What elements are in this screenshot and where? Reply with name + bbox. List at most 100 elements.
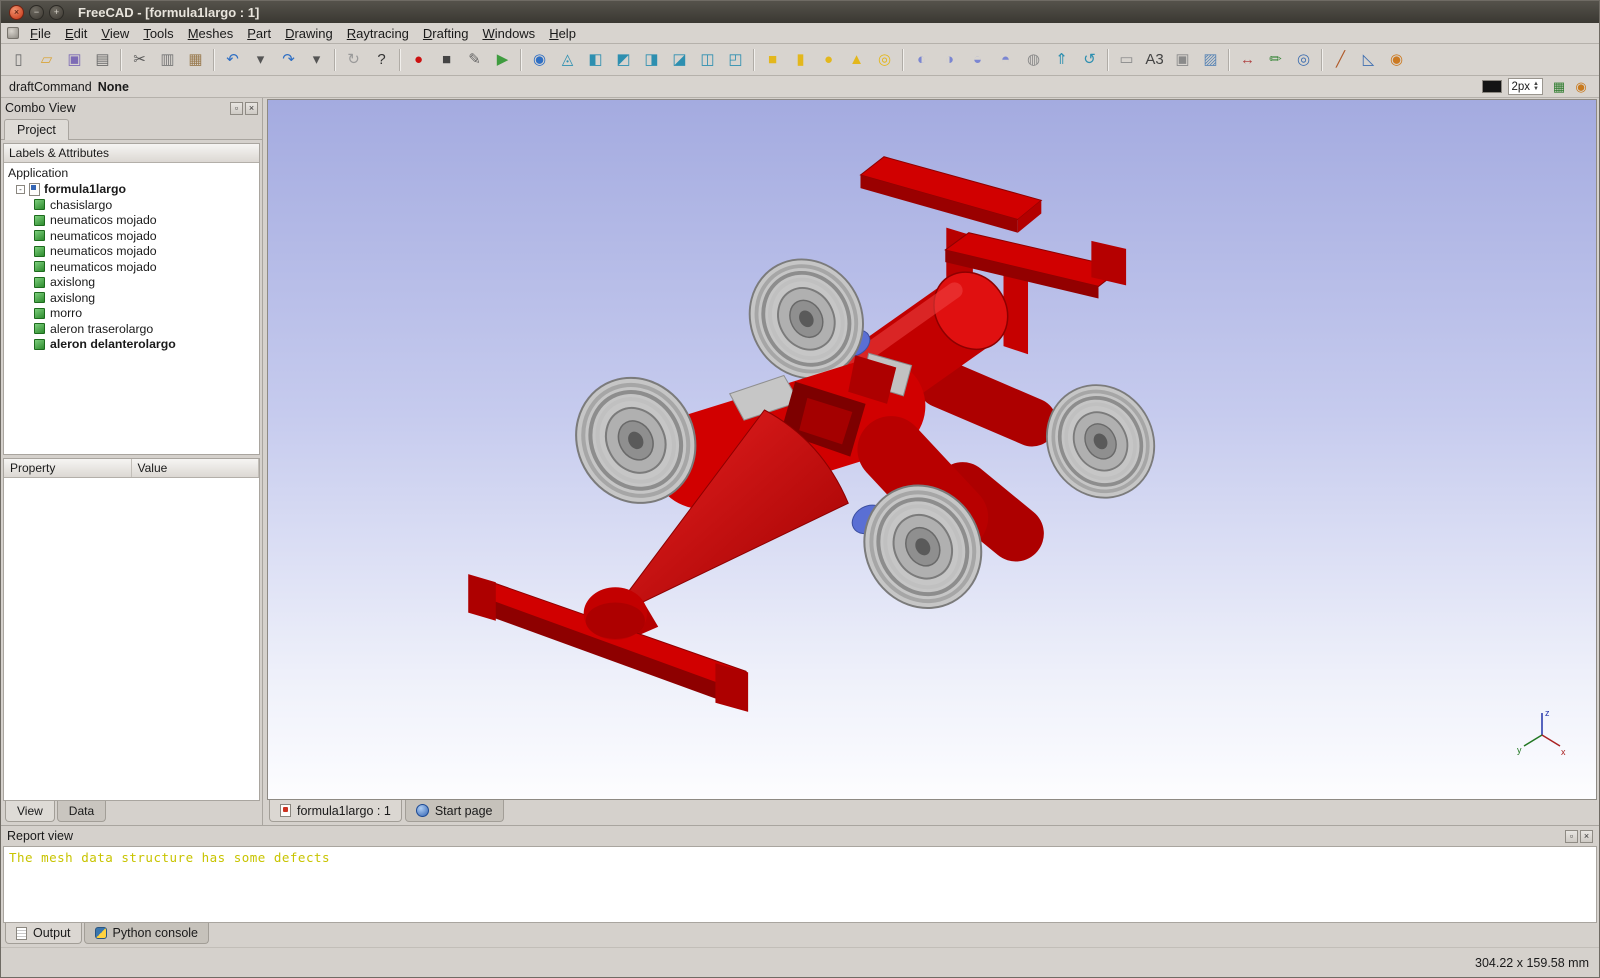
draft-wire-icon[interactable]: ◺ — [1355, 47, 1382, 73]
apply-style-icon[interactable]: ◉ — [1571, 77, 1591, 97]
report-view-tab[interactable]: Python console — [84, 923, 209, 944]
menu-item[interactable]: Edit — [58, 24, 94, 43]
property-view-tab[interactable]: View — [5, 801, 55, 822]
part-cone-icon[interactable]: ▲ — [843, 47, 870, 73]
draft-snap-icon[interactable]: ◎ — [1290, 47, 1317, 73]
save-document-icon[interactable]: ▣ — [61, 47, 88, 73]
menu-item[interactable]: Tools — [136, 24, 180, 43]
drawing-sheet-icon[interactable]: ▭ — [1113, 47, 1140, 73]
menu-item[interactable]: Help — [542, 24, 583, 43]
rear-bodywork — [942, 384, 1032, 422]
axis-x-label: x — [1561, 747, 1566, 757]
menu-item[interactable]: Drawing — [278, 24, 340, 43]
view-axonometric-icon[interactable]: ◬ — [554, 47, 581, 73]
boolean-union-icon[interactable]: ◐ — [908, 47, 935, 73]
mesh-icon — [34, 215, 45, 226]
line-width-value: 2px — [1512, 81, 1531, 93]
report-view-tab[interactable]: Output — [5, 923, 82, 944]
window-maximize-button[interactable]: + — [49, 5, 64, 20]
property-view-tab[interactable]: Data — [57, 801, 106, 822]
redo-icon[interactable]: ↷ — [275, 47, 302, 73]
view-rear-icon[interactable]: ◪ — [666, 47, 693, 73]
menu-item[interactable]: Windows — [475, 24, 542, 43]
window-close-button[interactable]: × — [9, 5, 24, 20]
view-bottom-icon[interactable]: ◫ — [694, 47, 721, 73]
part-revolve-icon[interactable]: ↺ — [1076, 47, 1103, 73]
3d-viewport[interactable]: z y x — [267, 99, 1597, 800]
tree-item[interactable]: morro — [4, 306, 259, 322]
draft-circle-icon[interactable]: ◉ — [1383, 47, 1410, 73]
line-width-select[interactable]: 2px ▲▼ — [1508, 78, 1544, 95]
draft-line-icon[interactable]: ╱ — [1327, 47, 1354, 73]
tree-item[interactable]: aleron delanterolargo — [4, 337, 259, 353]
part-extrude-icon[interactable]: ⇑ — [1048, 47, 1075, 73]
view-front-icon[interactable]: ◧ — [582, 47, 609, 73]
whats-this-icon[interactable]: ? — [368, 47, 395, 73]
new-document-icon[interactable]: ▯ — [5, 47, 32, 73]
cut-icon[interactable]: ✂ — [126, 47, 153, 73]
part-box-icon[interactable]: ■ — [759, 47, 786, 73]
part-compound-icon[interactable]: ◍ — [1020, 47, 1047, 73]
macro-record-icon[interactable]: ● — [405, 47, 432, 73]
tree-item[interactable]: neumaticos mojado — [4, 244, 259, 260]
open-document-icon[interactable]: ▱ — [33, 47, 60, 73]
drawing-view-icon[interactable]: ▣ — [1169, 47, 1196, 73]
tree-item[interactable]: neumaticos mojado — [4, 213, 259, 229]
draft-dimension-icon[interactable]: ↔ — [1234, 47, 1261, 73]
report-output[interactable]: The mesh data structure has some defects — [3, 846, 1597, 923]
boolean-common-icon[interactable]: ◒ — [964, 47, 991, 73]
redo-dropdown-icon[interactable]: ▾ — [303, 47, 330, 73]
undo-icon[interactable]: ↶ — [219, 47, 246, 73]
part-torus-icon[interactable]: ◎ — [871, 47, 898, 73]
menu-item[interactable]: Meshes — [181, 24, 241, 43]
macro-edit-icon[interactable]: ✎ — [461, 47, 488, 73]
refresh-icon[interactable]: ↻ — [340, 47, 367, 73]
document-tab[interactable]: Start page — [405, 800, 504, 822]
toolbar-separator — [334, 49, 336, 71]
tab-project[interactable]: Project — [4, 119, 69, 140]
tree-root-application[interactable]: Application — [4, 165, 259, 181]
spinner-arrows-icon[interactable]: ▲▼ — [1533, 82, 1539, 92]
tree-item[interactable]: neumaticos mojado — [4, 259, 259, 275]
document-tab[interactable]: formula1largo : 1 — [269, 800, 402, 822]
menu-item[interactable]: File — [23, 24, 58, 43]
menu-item[interactable]: Raytracing — [340, 24, 416, 43]
print-icon[interactable]: ▤ — [89, 47, 116, 73]
macro-stop-icon[interactable]: ■ — [433, 47, 460, 73]
view-right-icon[interactable]: ◨ — [638, 47, 665, 73]
view-fit-all-icon[interactable]: ◉ — [526, 47, 553, 73]
menu-item[interactable]: Drafting — [416, 24, 476, 43]
undock-panel-icon[interactable]: ▫ — [1565, 830, 1578, 843]
close-panel-icon[interactable]: × — [1580, 830, 1593, 843]
undo-dropdown-icon[interactable]: ▾ — [247, 47, 274, 73]
boolean-section-icon[interactable]: ◓ — [992, 47, 1019, 73]
drawing-a3-landscape-icon[interactable]: A3 — [1141, 47, 1168, 73]
part-sphere-icon[interactable]: ● — [815, 47, 842, 73]
line-color-swatch[interactable] — [1482, 80, 1502, 93]
menu-item[interactable]: View — [94, 24, 136, 43]
tree-item[interactable]: axislong — [4, 275, 259, 291]
close-panel-icon[interactable]: × — [245, 102, 258, 115]
tree-item[interactable]: neumaticos mojado — [4, 228, 259, 244]
mesh-icon — [34, 277, 45, 288]
copy-icon[interactable]: ▥ — [154, 47, 181, 73]
macro-run-icon[interactable]: ▶ — [489, 47, 516, 73]
window-minimize-button[interactable]: − — [29, 5, 44, 20]
tree-item[interactable]: axislong — [4, 290, 259, 306]
tree-item-document[interactable]: - formula1largo — [4, 181, 259, 197]
property-column-header[interactable]: Property — [4, 459, 132, 477]
property-column-header[interactable]: Value — [132, 459, 260, 477]
menu-item[interactable]: Part — [240, 24, 278, 43]
boolean-cut-icon[interactable]: ◑ — [936, 47, 963, 73]
draft-edit-icon[interactable]: ✏ — [1262, 47, 1289, 73]
part-cylinder-icon[interactable]: ▮ — [787, 47, 814, 73]
collapse-expander-icon[interactable]: - — [16, 185, 25, 194]
construction-mode-icon[interactable]: ▦ — [1549, 77, 1569, 97]
tree-item[interactable]: chasislargo — [4, 197, 259, 213]
undock-panel-icon[interactable]: ▫ — [230, 102, 243, 115]
drawing-export-icon[interactable]: ▨ — [1197, 47, 1224, 73]
paste-icon[interactable]: ▦ — [182, 47, 209, 73]
view-left-icon[interactable]: ◰ — [722, 47, 749, 73]
tree-item[interactable]: aleron traserolargo — [4, 321, 259, 337]
view-top-icon[interactable]: ◩ — [610, 47, 637, 73]
